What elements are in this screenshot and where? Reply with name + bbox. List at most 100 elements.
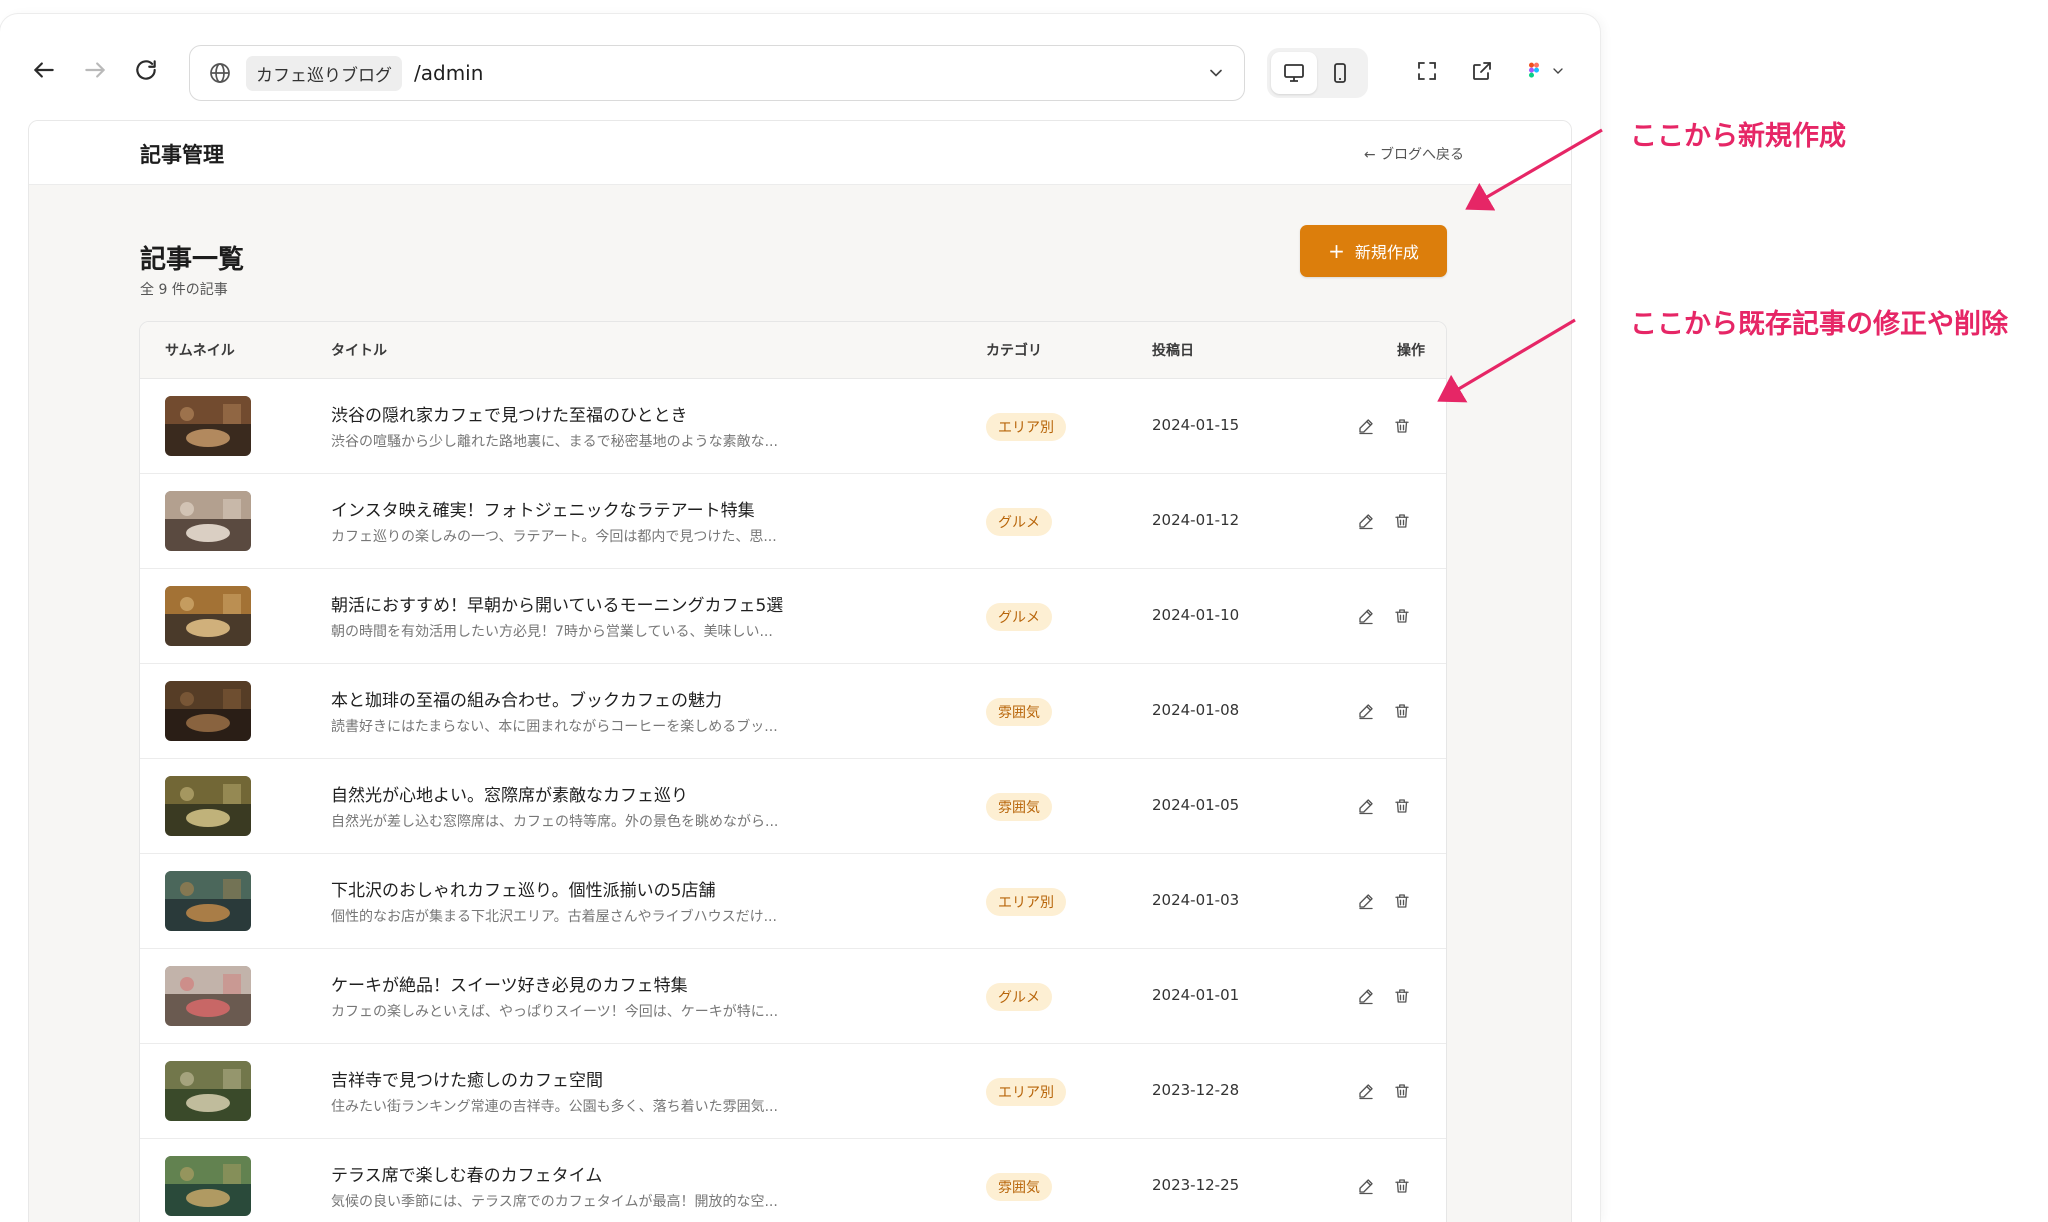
address-bar[interactable]: カフェ巡りブログ /admin bbox=[189, 45, 1245, 101]
url-path[interactable]: /admin bbox=[414, 61, 1206, 85]
back-button[interactable] bbox=[24, 50, 64, 90]
pencil-icon bbox=[1357, 512, 1375, 530]
mobile-view-button[interactable] bbox=[1317, 52, 1363, 94]
article-title[interactable]: 自然光が心地よい。窓際席が素敵なカフェ巡り bbox=[331, 781, 688, 806]
new-article-button[interactable]: + 新規作成 bbox=[1300, 225, 1447, 277]
col-thumbnail: サムネイル bbox=[165, 343, 235, 359]
figma-menu-button[interactable] bbox=[1515, 56, 1575, 86]
table-row: 吉祥寺で見つけた癒しのカフェ空間 住みたい街ランキング常連の吉祥寺。公園も多く、落… bbox=[140, 1044, 1446, 1139]
article-title[interactable]: テラス席で楽しむ春のカフェタイム bbox=[331, 1161, 602, 1186]
browser-toolbar: カフェ巡りブログ /admin bbox=[0, 14, 1600, 124]
table-row: 渋谷の隠れ家カフェで見つけた至福のひととき 渋谷の喧騒から少し離れた路地裏に、まる… bbox=[140, 379, 1446, 474]
monitor-icon bbox=[1284, 64, 1304, 82]
article-thumbnail bbox=[165, 586, 251, 646]
category-badge: エリア別 bbox=[986, 1078, 1066, 1106]
edit-button[interactable] bbox=[1353, 1078, 1379, 1104]
category-badge: 雰囲気 bbox=[986, 1173, 1052, 1201]
article-thumbnail bbox=[165, 871, 251, 931]
col-title: タイトル bbox=[331, 343, 387, 359]
pencil-icon bbox=[1357, 1082, 1375, 1100]
edit-button[interactable] bbox=[1353, 698, 1379, 724]
pencil-icon bbox=[1357, 797, 1375, 815]
edit-button[interactable] bbox=[1353, 793, 1379, 819]
article-title[interactable]: ケーキが絶品！スイーツ好き必見のカフェ特集 bbox=[331, 971, 688, 996]
delete-button[interactable] bbox=[1389, 508, 1415, 534]
article-excerpt: 自然光が差し込む窓際席は、カフェの特等席。外の景色を眺めながら... bbox=[331, 814, 779, 830]
article-title[interactable]: 朝活におすすめ！早朝から開いているモーニングカフェ5選 bbox=[331, 591, 783, 616]
col-date: 投稿日 bbox=[1152, 343, 1194, 359]
delete-button[interactable] bbox=[1389, 983, 1415, 1009]
table-row: インスタ映え確実！フォトジェニックなラテアート特集 カフェ巡りの楽しみの一つ、ラテ… bbox=[140, 474, 1446, 569]
trash-icon bbox=[1393, 1177, 1411, 1195]
post-date: 2024-01-10 bbox=[1152, 606, 1240, 624]
arrow-left-icon bbox=[34, 62, 54, 78]
page-header: 記事管理 ← ブログへ戻る bbox=[29, 121, 1571, 185]
delete-button[interactable] bbox=[1389, 698, 1415, 724]
delete-button[interactable] bbox=[1389, 793, 1415, 819]
open-external-button[interactable] bbox=[1467, 56, 1497, 86]
chevron-down-icon[interactable] bbox=[1206, 63, 1226, 83]
chevron-down-icon bbox=[1553, 68, 1563, 74]
pencil-icon bbox=[1357, 987, 1375, 1005]
back-to-blog-link[interactable]: ← ブログへ戻る bbox=[1364, 144, 1464, 164]
article-title[interactable]: 渋谷の隠れ家カフェで見つけた至福のひととき bbox=[331, 401, 688, 426]
trash-icon bbox=[1393, 1082, 1411, 1100]
table-row: 本と珈琲の至福の組み合わせ。ブックカフェの魅力 読書好きにはたまらない、本に囲まれ… bbox=[140, 664, 1446, 759]
trash-icon bbox=[1393, 797, 1411, 815]
external-link-icon bbox=[1473, 62, 1491, 80]
delete-button[interactable] bbox=[1389, 1078, 1415, 1104]
trash-icon bbox=[1393, 987, 1411, 1005]
category-badge: 雰囲気 bbox=[986, 793, 1052, 821]
pencil-icon bbox=[1357, 892, 1375, 910]
edit-button[interactable] bbox=[1353, 508, 1379, 534]
fullscreen-button[interactable] bbox=[1412, 56, 1442, 86]
list-title: 記事一覧 bbox=[140, 245, 245, 275]
annotation-edit: ここから既存記事の修正や削除 bbox=[1630, 309, 2008, 340]
reload-icon bbox=[136, 60, 156, 80]
category-badge: グルメ bbox=[986, 983, 1052, 1011]
article-excerpt: カフェの楽しみといえば、やっぱりスイーツ！今回は、ケーキが特に... bbox=[331, 1004, 779, 1020]
annotation-new: ここから新規作成 bbox=[1630, 121, 1846, 152]
edit-button[interactable] bbox=[1353, 603, 1379, 629]
post-date: 2024-01-08 bbox=[1152, 701, 1240, 719]
trash-icon bbox=[1393, 607, 1411, 625]
table-row: ケーキが絶品！スイーツ好き必見のカフェ特集カフェの楽しみといえば、やっぱりスイー… bbox=[140, 949, 1446, 1044]
category-badge: エリア別 bbox=[986, 888, 1066, 916]
page-header-title: 記事管理 bbox=[140, 143, 224, 167]
article-title[interactable]: 吉祥寺で見つけた癒しのカフェ空間 bbox=[331, 1066, 603, 1091]
article-thumbnail bbox=[165, 1061, 251, 1121]
col-category: カテゴリ bbox=[986, 343, 1042, 359]
post-date: 2024-01-01 bbox=[1152, 986, 1240, 1004]
forward-button[interactable] bbox=[75, 50, 115, 90]
delete-button[interactable] bbox=[1389, 603, 1415, 629]
pencil-icon bbox=[1357, 607, 1375, 625]
article-excerpt: 朝の時間を有効活用したい方必見！7時から営業している、美味しい... bbox=[331, 624, 773, 640]
post-date: 2024-01-05 bbox=[1152, 796, 1240, 814]
edit-button[interactable] bbox=[1353, 413, 1379, 439]
post-date: 2024-01-15 bbox=[1152, 416, 1240, 434]
new-article-label: 新規作成 bbox=[1354, 243, 1419, 262]
edit-button[interactable] bbox=[1353, 983, 1379, 1009]
reload-button[interactable] bbox=[126, 50, 166, 90]
admin-page: 記事管理 ← ブログへ戻る 記事一覧 全 9 件の記事 + 新規作成 サムネイル… bbox=[28, 120, 1572, 1222]
post-date: 2023-12-28 bbox=[1152, 1081, 1240, 1099]
trash-icon bbox=[1393, 892, 1411, 910]
edit-button[interactable] bbox=[1353, 888, 1379, 914]
figma-icon bbox=[1529, 62, 1539, 78]
desktop-view-button[interactable] bbox=[1271, 52, 1317, 94]
post-date: 2024-01-03 bbox=[1152, 891, 1240, 909]
article-title[interactable]: インスタ映え確実！フォトジェニックなラテアート特集 bbox=[331, 496, 755, 521]
delete-button[interactable] bbox=[1389, 413, 1415, 439]
article-title[interactable]: 本と珈琲の至福の組み合わせ。ブックカフェの魅力 bbox=[331, 686, 722, 711]
article-excerpt: 個性的なお店が集まる下北沢エリア。古着屋さんやライブハウスだけ... bbox=[331, 909, 777, 925]
edit-button[interactable] bbox=[1353, 1173, 1379, 1199]
table-row: 自然光が心地よい。窓際席が素敵なカフェ巡り自然光が差し込む窓際席は、カフェの特等… bbox=[140, 759, 1446, 854]
article-excerpt: 気候の良い季節には、テラス席でのカフェタイムが最高！開放的な空... bbox=[331, 1194, 778, 1210]
category-badge: グルメ bbox=[986, 508, 1052, 536]
delete-button[interactable] bbox=[1389, 1173, 1415, 1199]
delete-button[interactable] bbox=[1389, 888, 1415, 914]
globe-icon bbox=[210, 63, 230, 83]
table-row: 朝活におすすめ！早朝から開いているモーニングカフェ5選朝の時間を有効活用したい方… bbox=[140, 569, 1446, 664]
article-title[interactable]: 下北沢のおしゃれカフェ巡り。個性派揃いの5店舗 bbox=[331, 876, 715, 901]
arrow-right-icon bbox=[85, 62, 105, 78]
